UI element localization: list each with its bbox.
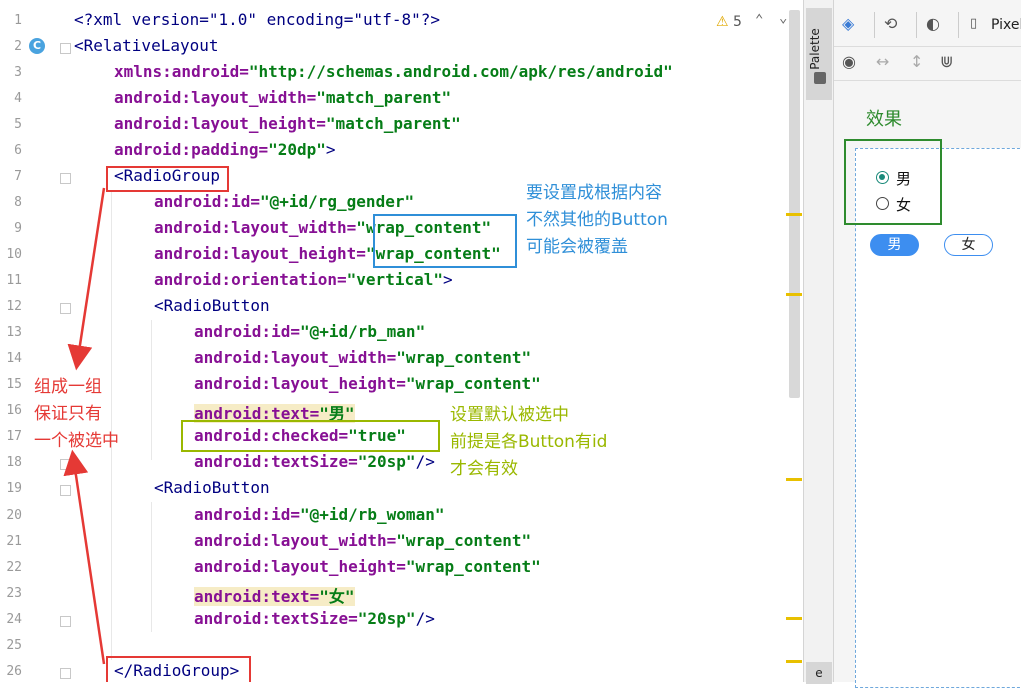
device-screen (855, 148, 1021, 688)
design-toolbar-secondary: ◉ ↔ ↕ ⋓ (834, 46, 1021, 81)
arrow-up (63, 449, 106, 665)
orientation-icon[interactable]: ⟲ (884, 14, 897, 33)
design-toolbar: ◈ ⟲ ◐ ▯ Pixel (834, 8, 1021, 47)
palette-tab-label: Palette (807, 28, 822, 70)
palette-tab[interactable]: Palette (806, 8, 832, 100)
theme-icon[interactable]: ◐ (926, 14, 940, 33)
eye-icon[interactable]: ◉ (842, 52, 856, 71)
effect-label: 效果 (866, 109, 902, 130)
magnet-icon[interactable]: ⋓ (940, 52, 953, 71)
code-editor[interactable]: 1 2 3 4 5 6 7 8 9 10 11 12 13 14 15 16 1… (0, 0, 803, 682)
palette-icon (814, 72, 826, 84)
bottom-tab-label: e (815, 666, 823, 680)
horizontal-arrows-icon[interactable]: ↔ (876, 52, 889, 71)
bottom-tab[interactable]: e (806, 662, 832, 684)
device-label[interactable]: Pixel (991, 17, 1021, 33)
toolbar-divider (916, 12, 917, 38)
male-button[interactable]: 男 (870, 234, 919, 256)
palette-strip (803, 0, 834, 682)
device-icon[interactable]: ▯ (970, 16, 977, 31)
layers-icon[interactable]: ◈ (842, 14, 854, 33)
green-effect-box (844, 139, 942, 225)
arrows-overlay (63, 187, 106, 665)
vertical-arrows-icon[interactable]: ↕ (910, 52, 923, 71)
toolbar-divider (958, 12, 959, 38)
toolbar-divider (874, 12, 875, 38)
arrow-down (67, 187, 106, 371)
female-button[interactable]: 女 (944, 234, 993, 256)
